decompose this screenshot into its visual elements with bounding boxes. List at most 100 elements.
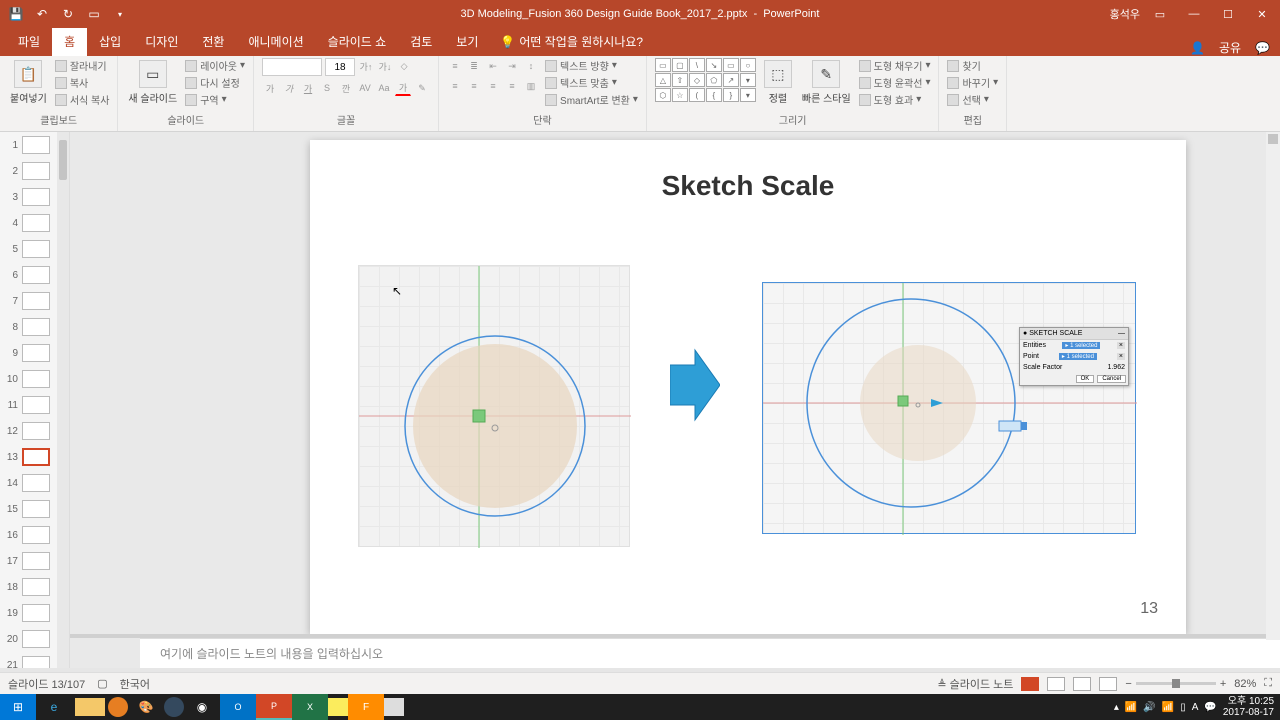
notes-toggle[interactable]: ≜ 슬라이드 노트 — [937, 676, 1013, 692]
justify-icon[interactable]: ≡ — [504, 78, 520, 94]
save-icon[interactable]: 💾 — [8, 6, 24, 22]
point-value[interactable]: ▸ 1 selected — [1059, 353, 1097, 360]
undo-icon[interactable]: ↶ — [34, 6, 50, 22]
columns-icon[interactable]: ▥ — [523, 78, 539, 94]
line-spacing-icon[interactable]: ↕ — [523, 58, 539, 74]
point-clear-icon[interactable]: × — [1117, 353, 1125, 360]
replace-button[interactable]: 바꾸기 ▾ — [947, 75, 998, 90]
paste-button[interactable]: 📋 붙여넣기 — [8, 58, 49, 107]
increase-font-icon[interactable]: 가↑ — [358, 58, 374, 74]
comments-icon[interactable]: 💬 — [1255, 41, 1270, 55]
font-size-input[interactable] — [325, 58, 355, 76]
ribbon-options-icon[interactable]: ▭ — [1146, 4, 1174, 24]
explorer-icon[interactable] — [75, 698, 105, 716]
text-direction-button[interactable]: 텍스트 방향 ▾ — [545, 58, 638, 73]
wifi-icon[interactable]: 📶 — [1162, 702, 1174, 713]
find-button[interactable]: 찾기 — [947, 58, 998, 73]
fit-window-icon[interactable]: ⛶ — [1264, 677, 1272, 690]
align-left-icon[interactable]: ≡ — [447, 78, 463, 94]
action-center-icon[interactable]: 💬 — [1204, 702, 1216, 713]
spell-check-icon[interactable]: ▢ — [97, 677, 107, 690]
smartart-button[interactable]: SmartArt로 변환 ▾ — [545, 92, 638, 107]
ie-icon[interactable]: e — [36, 694, 72, 720]
app-blue-icon[interactable] — [164, 697, 184, 717]
network-icon[interactable]: 📶 — [1125, 702, 1137, 713]
slide-canvas[interactable]: Sketch Scale ↖ — [70, 132, 1280, 668]
ime-icon[interactable]: A — [1192, 702, 1199, 713]
layout-button[interactable]: 레이아웃 ▾ — [185, 58, 245, 73]
sorter-view-button[interactable] — [1047, 677, 1065, 691]
shape-effects-button[interactable]: 도형 효과 ▾ — [859, 92, 931, 107]
zoom-level[interactable]: 82% — [1234, 678, 1256, 690]
arrange-button[interactable]: ⬚ 정렬 — [762, 58, 794, 107]
powerpoint-icon[interactable]: P — [256, 694, 292, 720]
section-button[interactable]: 구역 ▾ — [185, 92, 245, 107]
chrome-icon[interactable]: ◉ — [184, 694, 220, 720]
reading-view-button[interactable] — [1073, 677, 1091, 691]
app-orange-icon[interactable] — [108, 697, 128, 717]
tray-up-icon[interactable]: ▴ — [1114, 702, 1119, 713]
clear-format-icon[interactable]: ◇ — [396, 58, 412, 74]
thumbs-scrollbar[interactable] — [57, 132, 69, 668]
strike-icon[interactable]: S — [319, 80, 335, 96]
normal-view-button[interactable] — [1021, 677, 1039, 691]
tab-slideshow[interactable]: 슬라이드 쇼 — [316, 27, 399, 56]
font-family-input[interactable] — [262, 58, 322, 76]
language-status[interactable]: 한국어 — [120, 676, 150, 692]
tab-transitions[interactable]: 전환 — [190, 27, 236, 56]
decrease-font-icon[interactable]: 가↓ — [377, 58, 393, 74]
battery-icon[interactable]: ▯ — [1180, 702, 1186, 713]
outlook-icon[interactable]: O — [220, 694, 256, 720]
shadow-icon[interactable]: 깐 — [338, 80, 354, 96]
dialog-close-icon[interactable]: — — [1118, 330, 1125, 337]
select-button[interactable]: 선택 ▾ — [947, 92, 998, 107]
slide-thumbnails[interactable]: 123456789101112131415161718192021 — [0, 132, 70, 668]
account-icon[interactable]: 👤 — [1190, 41, 1205, 55]
scale-value[interactable]: 1.962 — [1107, 364, 1125, 371]
volume-icon[interactable]: 🔊 — [1143, 702, 1155, 713]
maximize-icon[interactable]: ☐ — [1214, 4, 1242, 24]
new-slide-button[interactable]: ▭ 새 슬라이드 — [126, 58, 179, 107]
cancel-button[interactable]: Cancel — [1097, 375, 1126, 383]
italic-icon[interactable]: 가 — [281, 80, 297, 96]
tab-home[interactable]: 홈 — [52, 27, 87, 56]
indent-inc-icon[interactable]: ⇥ — [504, 58, 520, 74]
align-center-icon[interactable]: ≡ — [466, 78, 482, 94]
tab-view[interactable]: 보기 — [444, 27, 490, 56]
tab-insert[interactable]: 삽입 — [87, 27, 133, 56]
share-button[interactable]: 공유 — [1219, 39, 1241, 56]
vertical-scrollbar[interactable] — [1266, 132, 1280, 640]
case-icon[interactable]: Aa — [376, 80, 392, 96]
notes-pane[interactable]: 여기에 슬라이드 노트의 내용을 입력하십시오 — [140, 638, 1280, 668]
ok-button[interactable]: OK — [1076, 375, 1095, 383]
qat-more-icon[interactable]: ▾ — [112, 6, 128, 22]
format-painter-button[interactable]: 서식 복사 — [55, 92, 110, 107]
sticky-notes-icon[interactable] — [328, 698, 348, 716]
close-icon[interactable]: ✕ — [1248, 4, 1276, 24]
fusion-icon[interactable]: F — [348, 694, 384, 720]
slide-position[interactable]: 슬라이드 13/107 — [8, 676, 85, 692]
spacing-icon[interactable]: AV — [357, 80, 373, 96]
copy-button[interactable]: 복사 — [55, 75, 110, 90]
entities-clear-icon[interactable]: × — [1117, 342, 1125, 349]
clock-date[interactable]: 2017-08-17 — [1223, 707, 1274, 718]
zoom-in-icon[interactable]: + — [1220, 678, 1226, 690]
paint-icon[interactable]: 🎨 — [128, 694, 164, 720]
highlight-icon[interactable]: ✎ — [414, 80, 430, 96]
quick-styles-button[interactable]: ✎ 빠른 스타일 — [800, 58, 853, 107]
start-from-beginning-icon[interactable]: ▭ — [86, 6, 102, 22]
shape-outline-button[interactable]: 도형 윤곽선 ▾ — [859, 75, 931, 90]
zoom-out-icon[interactable]: − — [1125, 678, 1131, 690]
start-button[interactable]: ⊞ — [0, 694, 36, 720]
shape-fill-button[interactable]: 도형 채우기 ▾ — [859, 58, 931, 73]
tab-design[interactable]: 디자인 — [133, 27, 190, 56]
font-color-icon[interactable]: 가 — [395, 80, 411, 96]
indent-dec-icon[interactable]: ⇤ — [485, 58, 501, 74]
reset-button[interactable]: 다시 설정 — [185, 75, 245, 90]
minimize-icon[interactable]: — — [1180, 4, 1208, 24]
excel-icon[interactable]: X — [292, 694, 328, 720]
align-right-icon[interactable]: ≡ — [485, 78, 501, 94]
entities-value[interactable]: ▸ 1 selected — [1062, 342, 1100, 349]
tab-review[interactable]: 검토 — [398, 27, 444, 56]
tab-animations[interactable]: 애니메이션 — [236, 27, 315, 56]
